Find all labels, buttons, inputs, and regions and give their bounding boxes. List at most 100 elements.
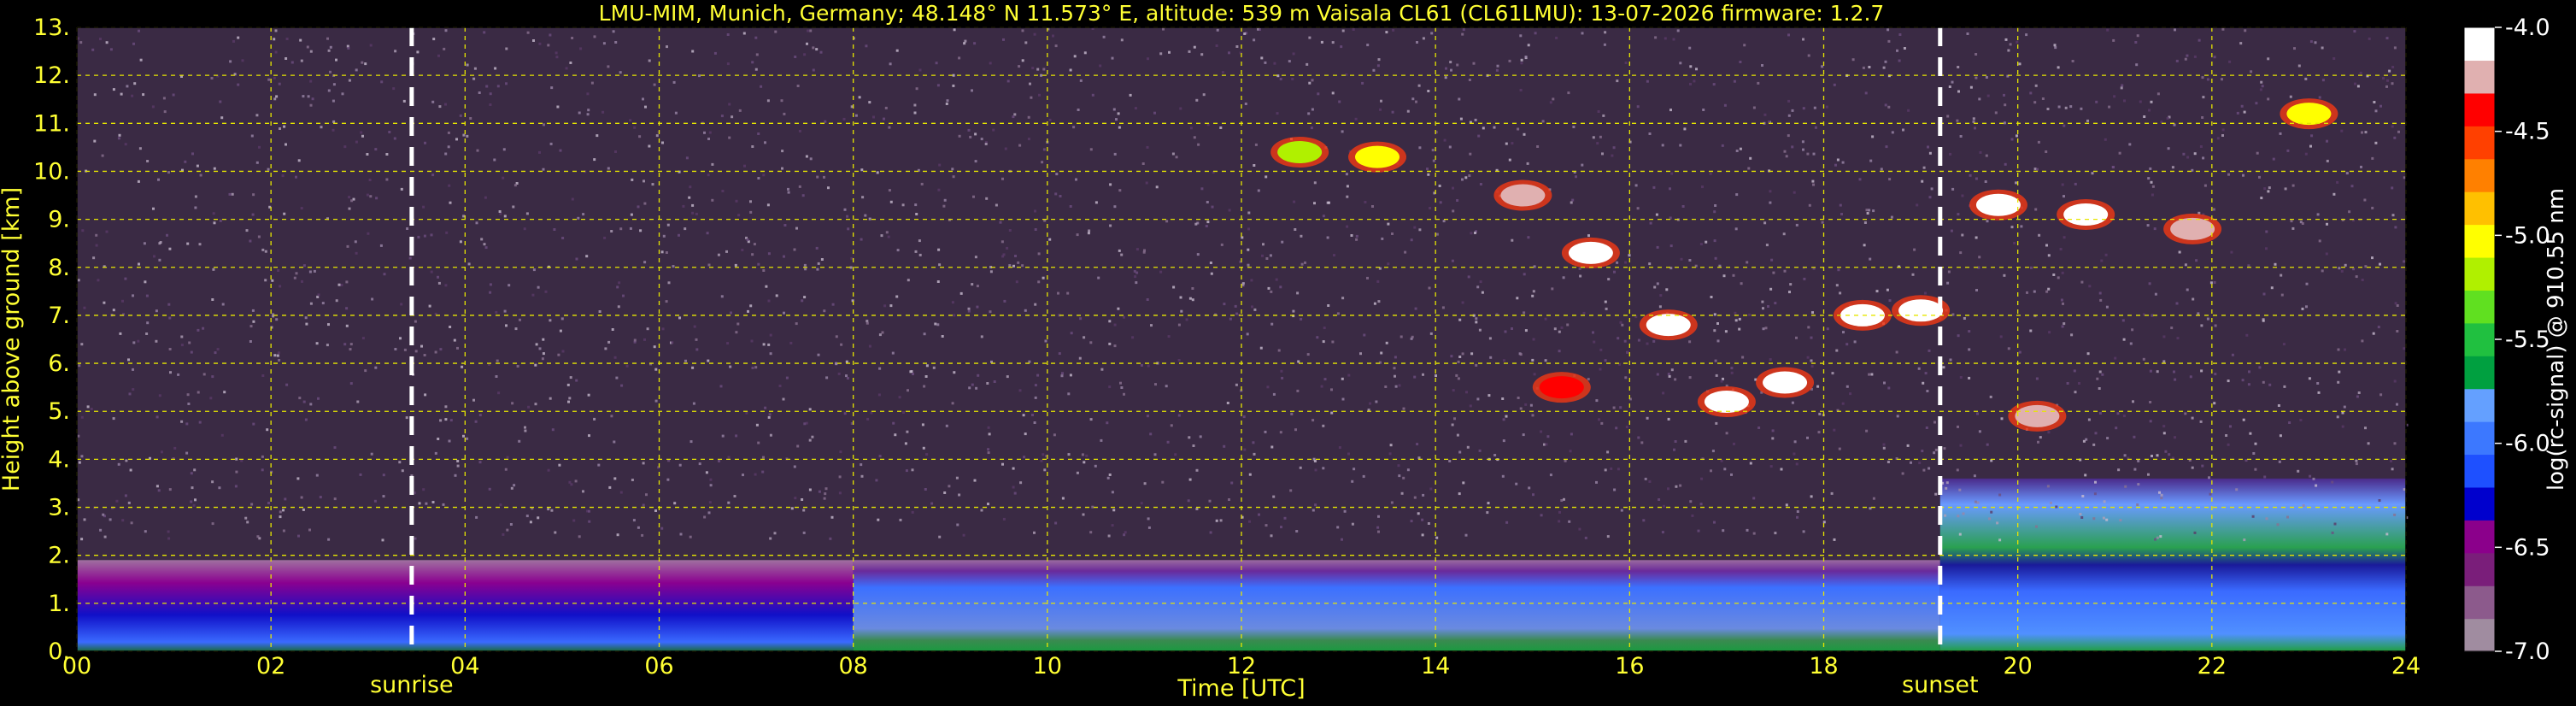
noise-speck bbox=[1118, 249, 1121, 252]
noise-speck bbox=[1868, 209, 1871, 212]
noise-speck bbox=[2343, 405, 2346, 409]
noise-speck bbox=[566, 383, 570, 386]
noise-speck bbox=[1811, 311, 1814, 315]
noise-speck bbox=[304, 418, 308, 421]
noise-speck bbox=[1243, 32, 1247, 35]
noise-speck bbox=[1458, 492, 1461, 496]
noise-speck bbox=[877, 393, 881, 397]
noise-speck bbox=[1783, 269, 1787, 273]
noise-speck bbox=[1730, 473, 1733, 476]
noise-speck bbox=[1688, 376, 1692, 379]
noise-speck bbox=[2213, 402, 2216, 405]
noise-speck bbox=[629, 227, 632, 230]
noise-speck bbox=[1592, 331, 1594, 334]
noise-speck bbox=[345, 280, 349, 284]
noise-speck bbox=[1767, 305, 1769, 308]
noise-speck bbox=[1363, 333, 1366, 337]
noise-speck bbox=[971, 283, 974, 286]
noise-speck bbox=[1533, 265, 1536, 268]
noise-speck bbox=[754, 473, 757, 476]
noise-speck bbox=[273, 97, 277, 101]
noise-speck bbox=[705, 471, 708, 474]
noise-speck bbox=[1034, 228, 1037, 231]
noise-speck bbox=[437, 438, 440, 440]
noise-speck bbox=[2321, 46, 2324, 50]
noise-speck bbox=[2159, 535, 2162, 538]
noise-speck bbox=[1495, 68, 1499, 72]
noise-speck bbox=[425, 502, 428, 505]
noise-speck bbox=[2047, 254, 2051, 257]
noise-speck bbox=[1582, 311, 1586, 315]
noise-speck bbox=[1519, 88, 1523, 91]
noise-speck bbox=[1280, 526, 1282, 529]
noise-speck bbox=[466, 134, 469, 138]
noise-speck bbox=[309, 302, 313, 305]
noise-speck bbox=[2035, 377, 2039, 380]
noise-speck bbox=[1667, 487, 1669, 491]
noise-speck bbox=[1770, 258, 1774, 262]
noise-speck bbox=[168, 247, 172, 250]
noise-speck bbox=[1968, 330, 1971, 333]
noise-speck bbox=[1579, 274, 1582, 278]
noise-speck bbox=[1655, 213, 1658, 216]
noise-speck bbox=[615, 376, 619, 379]
noise-speck bbox=[2174, 378, 2177, 381]
noise-speck bbox=[547, 44, 550, 47]
noise-speck bbox=[361, 337, 365, 340]
noise-speck bbox=[1345, 173, 1348, 176]
noise-speck bbox=[197, 391, 200, 394]
noise-speck bbox=[568, 397, 572, 400]
noise-speck bbox=[120, 92, 123, 96]
noise-speck bbox=[1413, 375, 1417, 379]
noise-speck bbox=[1613, 270, 1616, 274]
noise-speck bbox=[349, 382, 353, 385]
noise-speck bbox=[245, 229, 249, 232]
noise-speck bbox=[1511, 142, 1514, 145]
noise-speck bbox=[359, 473, 362, 476]
noise-speck bbox=[2094, 432, 2098, 435]
noise-speck bbox=[2003, 93, 2005, 97]
noise-speck bbox=[1008, 264, 1012, 268]
noise-speck bbox=[1531, 358, 1534, 362]
noise-speck bbox=[840, 343, 843, 346]
noise-speck bbox=[1928, 196, 1932, 199]
noise-speck bbox=[838, 475, 842, 479]
noise-speck bbox=[925, 364, 929, 368]
noise-speck bbox=[1397, 464, 1400, 468]
noise-speck bbox=[1946, 115, 1950, 118]
noise-speck bbox=[1922, 166, 1926, 169]
noise-speck bbox=[186, 393, 190, 397]
noise-speck bbox=[1280, 369, 1283, 373]
noise-speck bbox=[1740, 282, 1743, 285]
noise-speck bbox=[1628, 254, 1631, 257]
noise-speck bbox=[1958, 488, 1962, 491]
noise-speck bbox=[2173, 370, 2175, 374]
noise-speck bbox=[1593, 340, 1596, 344]
cloud-patch bbox=[1646, 314, 1691, 337]
noise-speck bbox=[1030, 96, 1033, 99]
noise-speck bbox=[506, 528, 509, 532]
noise-speck bbox=[1961, 194, 1964, 197]
noise-speck bbox=[374, 148, 378, 151]
noise-speck bbox=[1948, 85, 1951, 88]
noise-speck bbox=[2104, 138, 2107, 141]
noise-speck bbox=[1921, 179, 1924, 183]
noise-speck bbox=[2018, 62, 2021, 66]
noise-speck bbox=[1029, 82, 1031, 85]
noise-speck bbox=[99, 528, 103, 532]
noise-speck bbox=[237, 36, 240, 39]
noise-speck bbox=[1486, 511, 1489, 515]
noise-speck bbox=[2252, 452, 2256, 455]
noise-speck bbox=[952, 74, 955, 77]
noise-speck bbox=[808, 438, 812, 442]
noise-speck bbox=[495, 310, 498, 314]
noise-speck bbox=[2259, 88, 2262, 91]
noise-speck bbox=[302, 264, 306, 268]
noise-speck bbox=[264, 250, 267, 253]
noise-speck bbox=[601, 110, 605, 114]
noise-speck bbox=[1221, 71, 1224, 74]
noise-speck bbox=[2270, 286, 2274, 290]
noise-speck bbox=[2193, 55, 2197, 58]
noise-speck bbox=[767, 343, 771, 346]
noise-speck bbox=[2149, 369, 2152, 373]
